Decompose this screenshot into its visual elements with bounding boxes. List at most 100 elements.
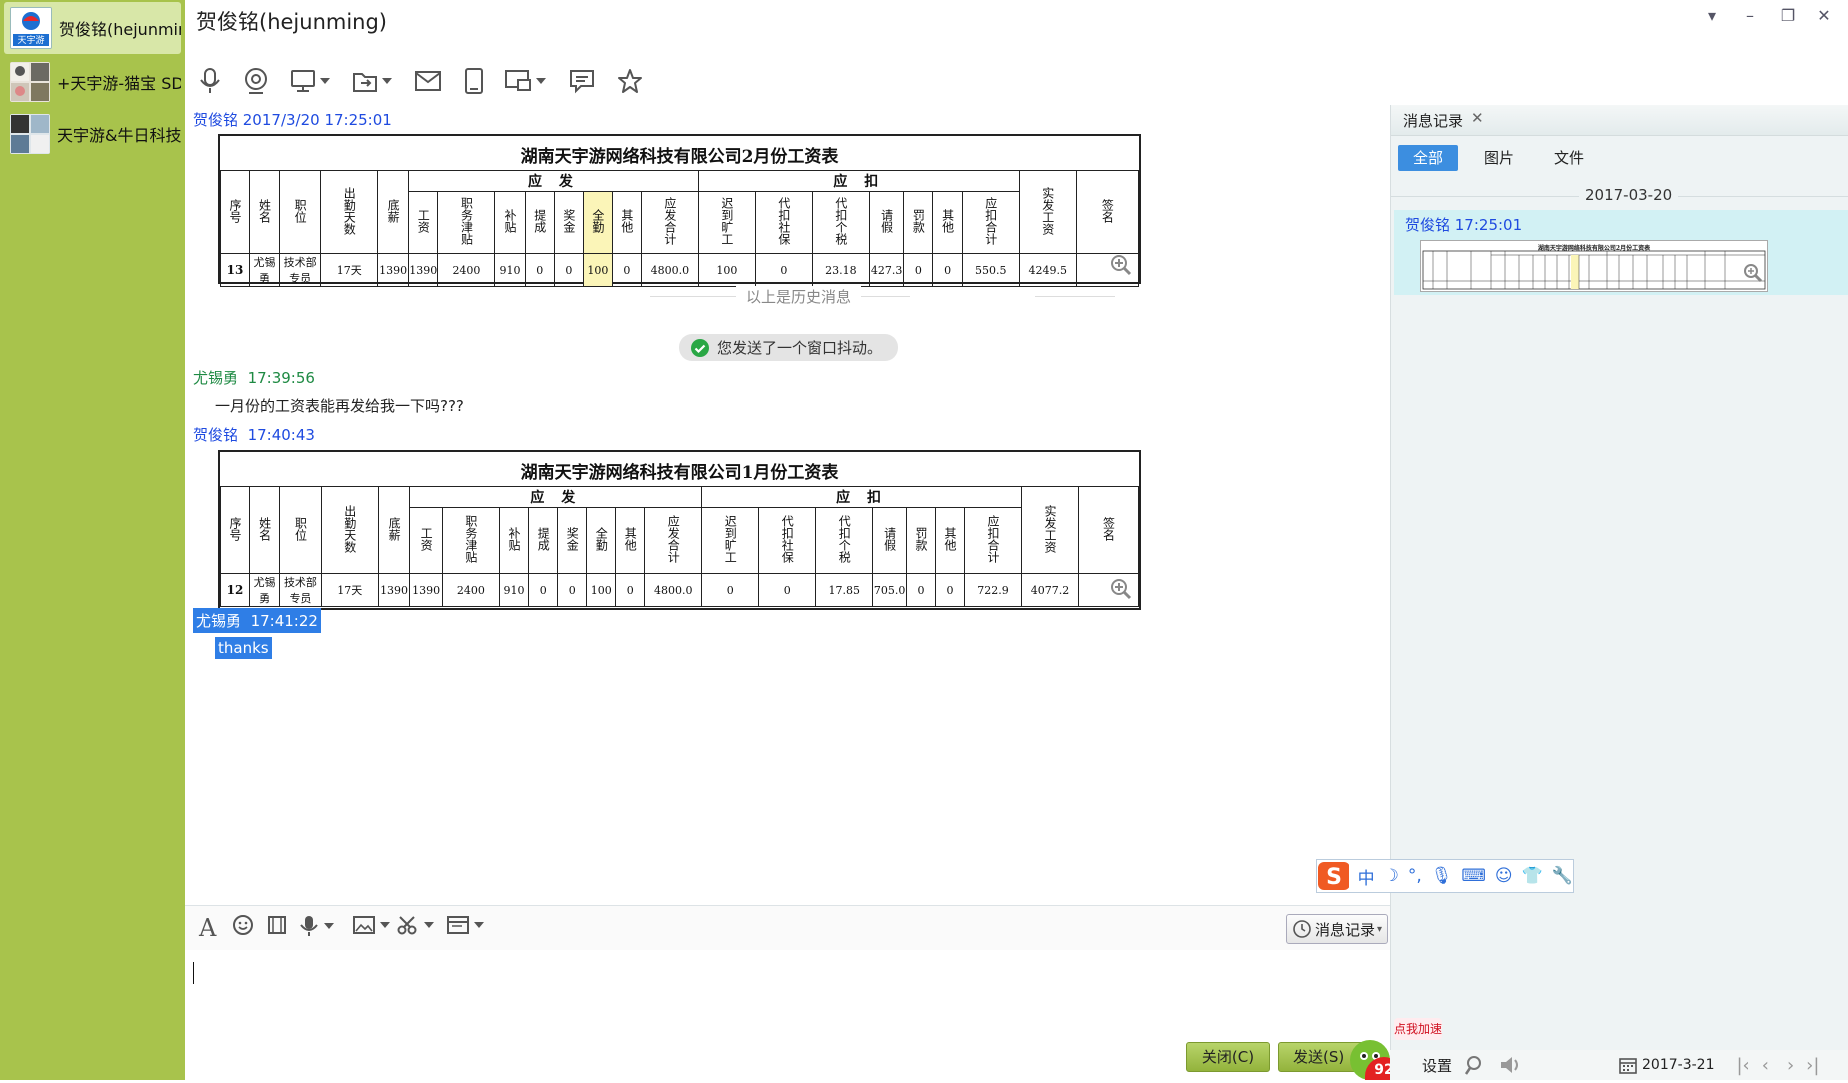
settings-link[interactable]: 设置 <box>1422 1055 1452 1076</box>
table-cell: 1390 <box>377 573 411 607</box>
avatar: 天宇游 <box>10 7 52 49</box>
screen-share-button[interactable] <box>504 66 546 96</box>
header-cell: 代扣个税 <box>833 197 848 245</box>
tab-images[interactable]: 图片 <box>1471 145 1527 171</box>
next-page-icon[interactable]: › <box>1787 1055 1794 1076</box>
payslip-image-jan[interactable]: 湖南天宇游网络科技有限公司1月份工资表 序号 姓名 职位 出勤天数 底薪 应 发… <box>218 450 1141 610</box>
history-divider-label: 以上是历史消息 <box>736 286 862 307</box>
send-file-button[interactable] <box>352 66 392 96</box>
payslip-title: 湖南天宇游网络科技有限公司1月份工资表 <box>520 463 839 483</box>
microphone-icon[interactable]: 🎙 <box>1431 866 1453 886</box>
table-cell: 427.3 <box>868 253 905 287</box>
keyboard-icon[interactable]: ⌨ <box>1461 866 1486 886</box>
payslip-table: 序号 姓名 职位 出勤天数 底薪 应 发 应 扣 实发工资 签名 工资 职务津贴… <box>220 486 1139 607</box>
zoom-in-icon[interactable] <box>1110 254 1132 276</box>
table-cell: 0 <box>557 573 588 607</box>
close-icon[interactable]: ✕ <box>1471 109 1484 127</box>
dropdown-icon[interactable]: ▾ <box>1700 4 1724 28</box>
speed-badge[interactable]: 点我加速 <box>1394 1018 1442 1040</box>
header-cell: 序号 <box>228 198 242 223</box>
header-cell: 请假 <box>879 209 894 233</box>
table-row: 12 尤锡勇 技术部专员 17天 1390 1390 2400 910 0 0 … <box>220 573 1139 607</box>
speaker-icon[interactable] <box>1498 1054 1522 1076</box>
email-button[interactable] <box>414 66 442 96</box>
zoom-in-icon[interactable] <box>1110 578 1132 600</box>
calendar-icon[interactable] <box>1618 1055 1638 1075</box>
payslip-title: 湖南天宇游网络科技有限公司2月份工资表 <box>520 147 839 167</box>
table-cell: 尤锡勇 <box>248 253 281 287</box>
header-cell: 迟到旷工 <box>719 197 734 245</box>
chevron-down-icon <box>382 78 392 84</box>
moon-icon[interactable]: ☽ <box>1384 866 1399 886</box>
group-header-deduct: 应 扣 <box>701 486 1023 508</box>
screenshot-button[interactable] <box>396 914 434 936</box>
table-row: 13 尤锡勇 技术部专员 17天 1390 1390 2400 910 0 0 … <box>220 253 1140 287</box>
contact-item-niuri-group[interactable]: 天宇游&牛日科技 <box>4 108 181 160</box>
wrench-icon[interactable]: 🔧 <box>1552 866 1573 886</box>
message-meta: 尤锡勇 17:41:22 <box>193 608 321 633</box>
payslip-image-feb[interactable]: 湖南天宇游网络科技有限公司2月份工资表 序号 姓名 职位 出勤天数 底薪 应 发… <box>218 134 1141 287</box>
table-cell: 4800.0 <box>644 573 703 607</box>
remote-desktop-button[interactable] <box>290 66 330 96</box>
gif-button[interactable] <box>266 914 288 936</box>
table-cell: 0 <box>553 253 584 287</box>
header-cell: 工资 <box>419 527 434 551</box>
message-text: 一月份的工资表能再发给我一下吗??? <box>215 397 464 415</box>
close-chat-button[interactable]: 关闭(C) <box>1186 1042 1270 1072</box>
table-cell: 12 <box>220 573 250 607</box>
table-cell: 1390 <box>408 253 439 287</box>
folder-transfer-icon <box>353 73 377 92</box>
tab-files[interactable]: 文件 <box>1541 145 1597 171</box>
message-text: thanks <box>215 637 272 659</box>
history-panel-header: 消息记录 ✕ <box>1391 105 1848 136</box>
history-date-picker[interactable]: 2017-3-21 <box>1642 1057 1714 1073</box>
search-icon[interactable] <box>1464 1054 1486 1076</box>
restore-button[interactable]: ❐ <box>1776 4 1800 28</box>
voice-message-button[interactable] <box>298 914 334 938</box>
minimize-button[interactable]: – <box>1738 4 1762 28</box>
tianyuyou-logo-icon: 天宇游 <box>11 8 51 48</box>
message-time: 17:41:22 <box>250 612 318 630</box>
first-page-icon[interactable]: |‹ <box>1736 1055 1749 1076</box>
header-cell: 出勤天数 <box>342 504 357 553</box>
voice-call-button[interactable] <box>197 66 223 96</box>
last-page-icon[interactable]: ›| <box>1806 1055 1819 1076</box>
tab-all[interactable]: 全部 <box>1398 145 1458 171</box>
ime-mode-text[interactable]: 中 <box>1358 864 1375 889</box>
header-cell: 提成 <box>536 527 551 551</box>
zoom-in-icon[interactable] <box>1743 263 1763 283</box>
emoji-button[interactable] <box>232 914 254 936</box>
svg-text:A: A <box>198 914 217 940</box>
mobile-file-button[interactable] <box>462 66 486 96</box>
chat-board-button[interactable] <box>568 66 596 96</box>
favorite-button[interactable] <box>616 66 644 96</box>
shirt-icon[interactable]: 👕 <box>1522 866 1543 886</box>
more-tools-button[interactable] <box>446 914 484 936</box>
image-button[interactable] <box>352 914 390 936</box>
close-window-button[interactable]: ✕ <box>1812 4 1836 28</box>
contact-item-hejunming[interactable]: 天宇游 贺俊铭(hejunming <box>4 2 181 54</box>
user-icon[interactable]: ☺ <box>1495 866 1513 886</box>
envelope-icon <box>415 71 441 91</box>
previous-page-icon[interactable]: ‹ <box>1762 1055 1769 1076</box>
table-cell: 0 <box>701 573 760 607</box>
ime-toolbar[interactable]: S 中 ☽ °, 🎙 ⌨ ☺ 👕 🔧 <box>1316 859 1574 893</box>
payslip-thumbnail[interactable]: 湖南天宇游网络科技有限公司2月份工资表 <box>1420 240 1768 292</box>
header-cell: 签名 <box>1101 516 1116 541</box>
header-cell: 职位 <box>293 198 308 223</box>
table-cell: 尤锡勇 <box>248 573 281 607</box>
header-cell: 奖金 <box>561 209 576 233</box>
header-cell: 应发合计 <box>666 515 681 563</box>
header-cell: 全勤 <box>594 527 609 551</box>
contact-item-sdk-group[interactable]: +天宇游-猫宝 SDK <box>4 56 181 108</box>
table-cell: 2400 <box>441 573 500 607</box>
punctuation-icon[interactable]: °, <box>1408 866 1422 886</box>
video-call-button[interactable] <box>242 66 270 96</box>
message-history-button[interactable]: 消息记录 ▾ <box>1286 914 1388 944</box>
chevron-down-icon <box>536 78 546 84</box>
chat-history: 贺俊铭 2017/3/20 17:25:01 湖南天宇游网络科技有限公司2月份工… <box>185 105 1390 905</box>
history-entry[interactable]: 贺俊铭 17:25:01 湖南天宇游网络科技有限公司2月份工资表 <box>1394 210 1848 295</box>
font-button[interactable]: A <box>196 914 218 940</box>
screen-share-icon <box>505 70 531 91</box>
header-cell: 应扣合计 <box>983 197 998 245</box>
